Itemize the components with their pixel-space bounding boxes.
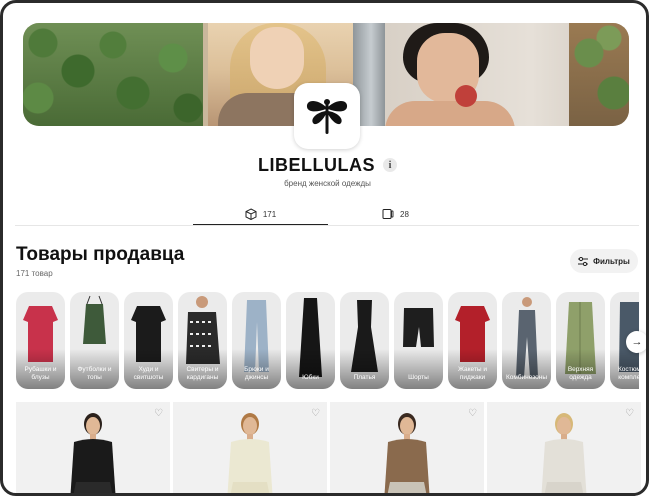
product-count: 171 товар (16, 269, 53, 278)
product-image (541, 413, 587, 493)
product-image (227, 413, 273, 493)
dragonfly-logo-icon (306, 99, 348, 134)
category-card[interactable]: Брюки и джинсы (232, 292, 281, 389)
category-label: Платья (353, 373, 376, 381)
category-card[interactable]: Платья (340, 292, 389, 389)
banner-foliage (23, 23, 203, 126)
category-card[interactable]: Худи и свитшоты (124, 292, 173, 389)
tabs-divider (15, 225, 639, 226)
box-icon (245, 208, 257, 220)
product-card[interactable]: ♡ (487, 402, 641, 493)
dragonfly-logo[interactable] (294, 83, 360, 149)
category-label: Жакеты и пиджаки (457, 366, 488, 381)
brand-header: LIBELLULAS i (3, 154, 646, 176)
category-card[interactable]: Футболки и топы (70, 292, 119, 389)
category-card[interactable]: Свитеры и кардиганы (178, 292, 227, 389)
category-label: Худи и свитшоты (133, 366, 164, 381)
brand-subtitle: бренд женской одежды (284, 179, 371, 188)
product-card[interactable]: ♡ (16, 402, 170, 493)
category-card[interactable]: Комбинезоны (502, 292, 551, 389)
heart-icon[interactable]: ♡ (468, 408, 477, 419)
category-label: Свитеры и кардиганы (186, 366, 219, 381)
video-icon (382, 209, 394, 219)
product-image (70, 413, 116, 493)
category-label: Рубашки и блузы (24, 366, 57, 381)
category-label: Верхняя одежда (567, 366, 594, 381)
banner-model-right (385, 23, 629, 126)
heart-icon[interactable]: ♡ (625, 408, 634, 419)
filter-button[interactable]: Фильтры (570, 249, 638, 273)
tab-products[interactable]: 171 (193, 202, 328, 226)
product-card[interactable]: ♡ (173, 402, 327, 493)
chevron-right-icon[interactable]: → (626, 331, 646, 353)
filter-label: Фильтры (593, 256, 630, 266)
category-label: Брюки и джинсы (244, 366, 269, 381)
category-card[interactable]: Шорты (394, 292, 443, 389)
profile-tabs: 171 28 (193, 202, 463, 226)
product-image (384, 413, 430, 493)
category-label: Костюмы и комплекты (617, 366, 639, 381)
product-grid: ♡ ♡ ♡ ♡ (16, 402, 642, 493)
heart-icon[interactable]: ♡ (311, 408, 320, 419)
section-title: Товары продавца (16, 244, 185, 265)
category-card[interactable]: Верхняя одежда (556, 292, 605, 389)
info-icon[interactable]: i (383, 158, 397, 172)
category-label: Футболки и топы (77, 366, 112, 381)
sliders-icon (578, 256, 589, 266)
category-label: Юбки (302, 373, 319, 381)
brand-name: LIBELLULAS (258, 154, 375, 175)
category-card[interactable]: Жакеты и пиджаки (448, 292, 497, 389)
tab-videos-count: 28 (400, 209, 409, 219)
app-frame: LIBELLULAS i бренд женской одежды 171 28… (0, 0, 649, 496)
tab-videos[interactable]: 28 (328, 202, 463, 226)
category-card[interactable]: Рубашки и блузы (16, 292, 65, 389)
category-label: Шорты (408, 373, 429, 381)
product-card[interactable]: ♡ (330, 402, 484, 493)
tab-products-count: 171 (262, 209, 277, 219)
category-card[interactable]: Юбки (286, 292, 335, 389)
category-carousel: Рубашки и блузы Футболки и топы Худи и сви… (16, 292, 639, 389)
category-label: Комбинезоны (506, 373, 547, 381)
heart-icon[interactable]: ♡ (154, 408, 163, 419)
